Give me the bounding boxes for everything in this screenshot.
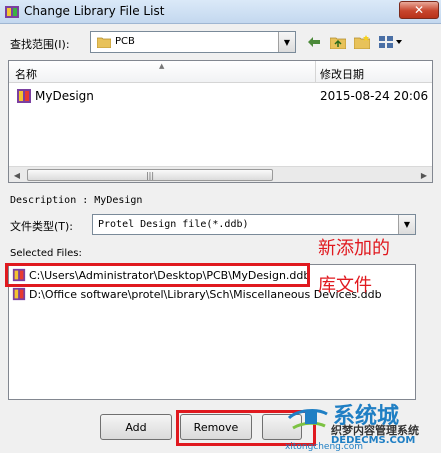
app-icon (5, 6, 19, 18)
file-type-label: 文件类型(T): (10, 220, 74, 233)
watermark: 系统城 织梦内容管理系统 DEDECMS.COM xitongcheng.com (285, 398, 435, 453)
description-text: Description : MyDesign (10, 195, 143, 206)
lookin-value: PCB (115, 36, 135, 47)
watermark-url: xitongcheng.com (285, 442, 363, 452)
close-button[interactable]: ✕ (399, 1, 439, 19)
selected-files-label: Selected Files: (10, 248, 82, 259)
annotation-line1: 新添加的 (318, 238, 390, 259)
horizontal-scrollbar[interactable]: ◀ ||| ▶ (9, 166, 432, 182)
highlight-box (5, 263, 310, 287)
file-list-header: 名称 ▲ 修改日期 (9, 61, 432, 83)
file-type-value: Protel Design file(*.ddb) (98, 219, 249, 230)
watermark-logo-icon (287, 409, 328, 430)
sort-arrow-icon: ▲ (159, 62, 165, 70)
up-folder-icon[interactable] (328, 32, 348, 52)
lookin-dropdown[interactable]: PCB ▼ (90, 31, 296, 53)
scrollbar-thumb[interactable]: ||| (27, 169, 273, 181)
file-row[interactable]: MyDesign 2015-08-24 20:06 (9, 86, 432, 106)
column-header-date[interactable]: 修改日期 (320, 66, 364, 82)
scroll-right-icon[interactable]: ▶ (416, 167, 432, 183)
annotation-line2: 库文件 (318, 275, 372, 296)
file-name: MyDesign (35, 89, 94, 103)
ddb-file-icon (12, 287, 26, 301)
chevron-down-icon[interactable]: ▼ (278, 32, 295, 52)
add-button[interactable]: Add (100, 414, 172, 440)
chevron-down-icon[interactable]: ▼ (398, 215, 415, 234)
lookin-label: 查找范围(I): (10, 38, 70, 51)
folder-icon (97, 37, 111, 48)
window-title: Change Library File List (24, 4, 165, 18)
new-folder-icon[interactable] (352, 32, 372, 52)
file-list[interactable]: 名称 ▲ 修改日期 MyDesign 2015-08-24 20:06 ◀ ||… (8, 60, 433, 183)
column-header-name[interactable]: 名称 (15, 66, 37, 82)
title-bar: Change Library File List ✕ (0, 0, 441, 24)
column-divider[interactable] (315, 61, 316, 83)
ddb-file-icon (17, 89, 31, 103)
view-menu-icon[interactable] (376, 32, 406, 52)
scroll-left-icon[interactable]: ◀ (9, 167, 25, 183)
back-icon[interactable] (304, 32, 324, 52)
file-type-dropdown[interactable]: Protel Design file(*.ddb) ▼ (92, 214, 416, 235)
file-date: 2015-08-24 20:06 (320, 89, 429, 103)
